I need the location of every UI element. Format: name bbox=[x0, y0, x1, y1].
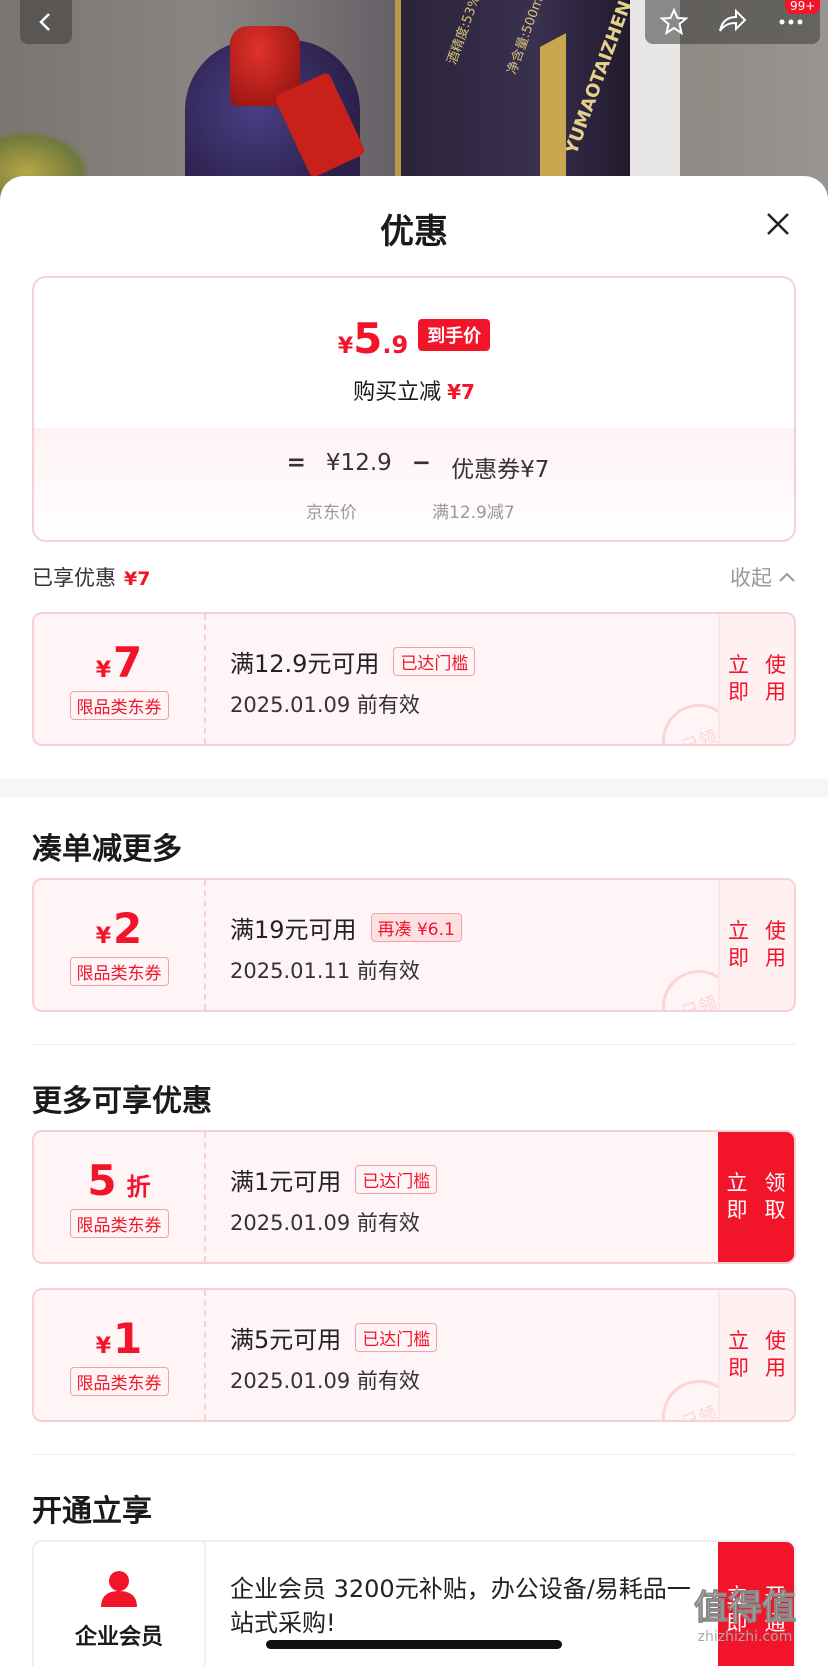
coupon-condition-text: 满19元可用 bbox=[230, 916, 357, 944]
collapse-toggle[interactable]: 收起 bbox=[730, 562, 796, 592]
section-separator bbox=[32, 1454, 796, 1455]
coupon-currency: ¥ bbox=[95, 658, 112, 683]
collapse-label: 收起 bbox=[730, 566, 772, 590]
coupon-amount: 5折 bbox=[87, 1156, 150, 1205]
coupon-validity: 2025.01.09 前有效 bbox=[230, 693, 420, 717]
coupon-card: 5折 限品类东券 满1元可用 已达门槛 2025.01.09 前有效 立即 领取 bbox=[32, 1130, 796, 1264]
coupon-currency: ¥ bbox=[95, 924, 112, 949]
product-box: 酒精度:53%vol 净含量:500mL YUMAOTAIZHEN bbox=[395, 0, 636, 200]
section-separator bbox=[32, 1044, 796, 1045]
notification-badge: 99+ bbox=[785, 0, 821, 14]
instant-reduce: 购买立减 ¥7 bbox=[34, 374, 794, 406]
price-summary-bottom bbox=[34, 428, 794, 540]
coupon-condition: 满5元可用 已达门槛 bbox=[230, 1320, 438, 1355]
price-formula: = ¥12.9 − 优惠券¥7 bbox=[34, 450, 794, 484]
member-person-icon bbox=[101, 1571, 137, 1607]
formula-coupon: 优惠券¥7 bbox=[451, 457, 550, 483]
coupon-details: 满1元可用 已达门槛 2025.01.09 前有效 bbox=[230, 1162, 438, 1237]
formula-jd-price: ¥12.9 bbox=[325, 450, 392, 476]
coupon-threshold-chip: 已达门槛 bbox=[393, 647, 476, 676]
coupon-amount: ¥2 bbox=[96, 904, 143, 953]
instant-reduce-label: 购买立减 bbox=[353, 380, 442, 405]
share-icon[interactable] bbox=[716, 7, 748, 37]
formula-coupon-rule: 满12.9减7 bbox=[432, 503, 515, 523]
coupon-card: ¥2 限品类东券 满19元可用 再凑 ¥6.1 2025.01.11 前有效 已领… bbox=[32, 878, 796, 1012]
coupon-add-more-chip: 再凑 ¥6.1 bbox=[370, 913, 462, 942]
price-decimal: .9 bbox=[382, 331, 409, 359]
home-indicator bbox=[266, 1640, 562, 1649]
coupon-number: 7 bbox=[113, 638, 143, 687]
coupon-value-block: ¥7 限品类东券 bbox=[34, 614, 206, 744]
watermark-url: zhizhizhi.com bbox=[697, 1629, 793, 1645]
coupon-condition: 满12.9元可用 已达门槛 bbox=[230, 644, 476, 679]
enjoyed-discount-row: 已享优惠 ¥7 收起 bbox=[32, 562, 796, 592]
claim-coupon-button[interactable]: 立即 领取 bbox=[718, 1132, 794, 1262]
coupon-condition-text: 满5元可用 bbox=[230, 1326, 342, 1354]
coupon-card: ¥7 限品类东券 满12.9元可用 已达门槛 2025.01.09 前有效 已领 … bbox=[32, 612, 796, 746]
enjoyed-label: 已享优惠 bbox=[32, 566, 116, 590]
price-integer: 5 bbox=[353, 314, 383, 363]
section-title-open-membership: 开通立享 bbox=[32, 1494, 152, 1529]
watermark: 值得值 zhizhizhi.com bbox=[670, 1580, 820, 1646]
back-button[interactable] bbox=[20, 0, 72, 44]
coupon-number: 5 bbox=[87, 1156, 117, 1205]
use-coupon-button[interactable]: 立即 使用 bbox=[718, 614, 794, 744]
coupon-validity: 2025.01.09 前有效 bbox=[230, 1369, 420, 1393]
use-coupon-button[interactable]: 立即 使用 bbox=[718, 1290, 794, 1420]
star-icon[interactable] bbox=[659, 7, 689, 37]
close-icon[interactable] bbox=[760, 206, 796, 242]
coupon-amount: ¥7 bbox=[96, 638, 143, 687]
watermark-logo: 值得值 bbox=[694, 1588, 797, 1629]
coupon-validity: 2025.01.11 前有效 bbox=[230, 959, 420, 983]
use-coupon-button[interactable]: 立即 使用 bbox=[718, 880, 794, 1010]
coupon-details: 满12.9元可用 已达门槛 2025.01.09 前有效 bbox=[230, 644, 476, 719]
price-currency: ¥ bbox=[337, 334, 354, 359]
price-summary-card: ¥ 5 .9 到手价 购买立减 ¥7 = ¥12.9 − 优惠券¥7 京东价 满1… bbox=[32, 276, 796, 542]
box-brand: YUMAOTAIZHEN bbox=[561, 0, 637, 158]
membership-label: 企业会员 bbox=[74, 1625, 163, 1650]
coupon-number: 2 bbox=[113, 904, 143, 953]
coupon-condition-text: 满1元可用 bbox=[230, 1168, 342, 1196]
formula-equals: = bbox=[286, 450, 306, 476]
coupon-details: 满5元可用 已达门槛 2025.01.09 前有效 bbox=[230, 1320, 438, 1395]
section-title-combo: 凑单减更多 bbox=[32, 832, 182, 867]
coupon-card: ¥1 限品类东券 满5元可用 已达门槛 2025.01.09 前有效 已领 立即使… bbox=[32, 1288, 796, 1422]
back-icon bbox=[39, 13, 50, 31]
final-price: ¥ 5 .9 到手价 bbox=[34, 314, 794, 363]
section-divider bbox=[0, 778, 828, 798]
coupon-threshold-chip: 已达门槛 bbox=[355, 1165, 438, 1194]
coupon-type-tag: 限品类东券 bbox=[69, 1367, 169, 1396]
membership-badge: 企业会员 bbox=[34, 1542, 206, 1666]
chevron-up-icon bbox=[779, 572, 795, 582]
coupon-currency: ¥ bbox=[95, 1334, 112, 1359]
box-gold-stripe bbox=[540, 33, 566, 200]
coupon-condition: 满1元可用 已达门槛 bbox=[230, 1162, 438, 1197]
coupon-threshold-chip: 已达门槛 bbox=[355, 1323, 438, 1352]
section-title-more-offers: 更多可享优惠 bbox=[32, 1084, 212, 1119]
enjoyed-value: ¥7 bbox=[124, 568, 151, 590]
box-abv: 酒精度:53%vol bbox=[444, 0, 491, 67]
coupon-sheet: 优惠 ¥ 5 .9 到手价 购买立减 ¥7 = ¥12.9 − 优惠券¥7 京东价… bbox=[0, 176, 828, 1666]
coupon-value-block: ¥1 限品类东券 bbox=[34, 1290, 206, 1420]
instant-reduce-value: ¥7 bbox=[447, 380, 475, 404]
coupon-type-tag: 限品类东券 bbox=[69, 957, 169, 986]
coupon-amount: ¥1 bbox=[96, 1314, 143, 1363]
coupon-number: 1 bbox=[113, 1314, 143, 1363]
coupon-value-block: 5折 限品类东券 bbox=[34, 1132, 206, 1262]
coupon-validity: 2025.01.09 前有效 bbox=[230, 1211, 420, 1235]
coupon-condition: 满19元可用 再凑 ¥6.1 bbox=[230, 910, 462, 945]
coupon-type-tag: 限品类东券 bbox=[69, 1209, 169, 1238]
coupon-value-block: ¥2 限品类东券 bbox=[34, 880, 206, 1010]
membership-description: 企业会员 3200元补贴，办公设备/易耗品一站式采购! bbox=[230, 1575, 691, 1637]
coupon-discount-unit: 折 bbox=[126, 1173, 151, 1201]
coupon-type-tag: 限品类东券 bbox=[69, 691, 169, 720]
formula-minus: − bbox=[411, 450, 432, 476]
formula-jd-price-label: 京东价 bbox=[306, 503, 357, 523]
coupon-condition-text: 满12.9元可用 bbox=[230, 650, 380, 678]
enjoyed-discount: 已享优惠 ¥7 bbox=[32, 562, 150, 592]
sheet-title: 优惠 bbox=[380, 212, 448, 252]
final-price-tag: 到手价 bbox=[418, 318, 491, 351]
coupon-details: 满19元可用 再凑 ¥6.1 2025.01.11 前有效 bbox=[230, 910, 462, 985]
